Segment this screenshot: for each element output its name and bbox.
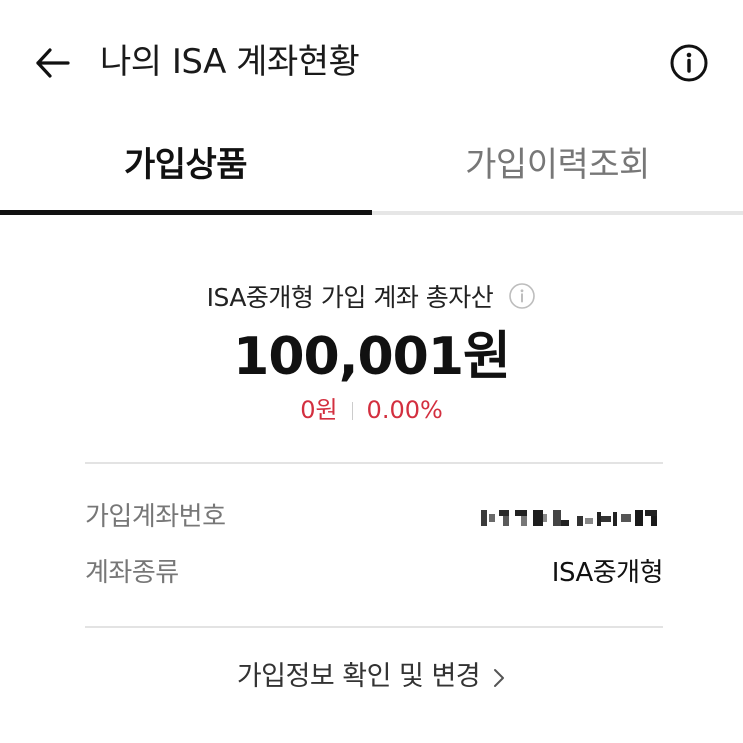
info-button[interactable] <box>666 40 712 86</box>
divider-bottom <box>85 626 663 628</box>
account-type-value: ISA중개형 <box>551 558 664 588</box>
tab-joined-products[interactable]: 가입상품 <box>0 125 371 215</box>
info-circle-icon <box>670 44 708 82</box>
info-circle-icon[interactable] <box>508 282 536 310</box>
account-number-row: 가입계좌번호 <box>85 496 663 538</box>
change-row: 0원 0.00% <box>0 392 743 428</box>
tab-join-history[interactable]: 가입이력조회 <box>372 125 743 215</box>
total-asset-label: ISA중개형 가입 계좌 총자산 <box>206 283 494 312</box>
chevron-right-icon <box>494 668 505 687</box>
page-title: 나의 ISA 계좌현황 <box>100 42 360 82</box>
change-amount: 0원 <box>300 396 338 424</box>
total-asset-label-row: ISA중개형 가입 계좌 총자산 <box>0 278 743 322</box>
back-button[interactable] <box>30 40 76 86</box>
account-number-label: 가입계좌번호 <box>85 502 226 532</box>
account-type-row: 계좌종류 ISA중개형 <box>85 552 664 594</box>
tab-bar: 가입상품 가입이력조회 <box>0 125 743 215</box>
account-type-label: 계좌종류 <box>85 558 179 588</box>
change-separator <box>351 402 353 420</box>
join-info-link-label: 가입정보 확인 및 변경 <box>236 661 481 692</box>
join-info-link[interactable]: 가입정보 확인 및 변경 <box>0 655 743 699</box>
change-rate: 0.00% <box>366 396 443 424</box>
app-header: 나의 ISA 계좌현황 <box>0 0 743 125</box>
total-asset-amount: 100,001원 <box>233 327 511 387</box>
tab-active-indicator <box>0 210 372 215</box>
arrow-left-icon <box>36 48 70 78</box>
masked-account-number <box>481 510 657 526</box>
divider-top <box>85 462 663 464</box>
